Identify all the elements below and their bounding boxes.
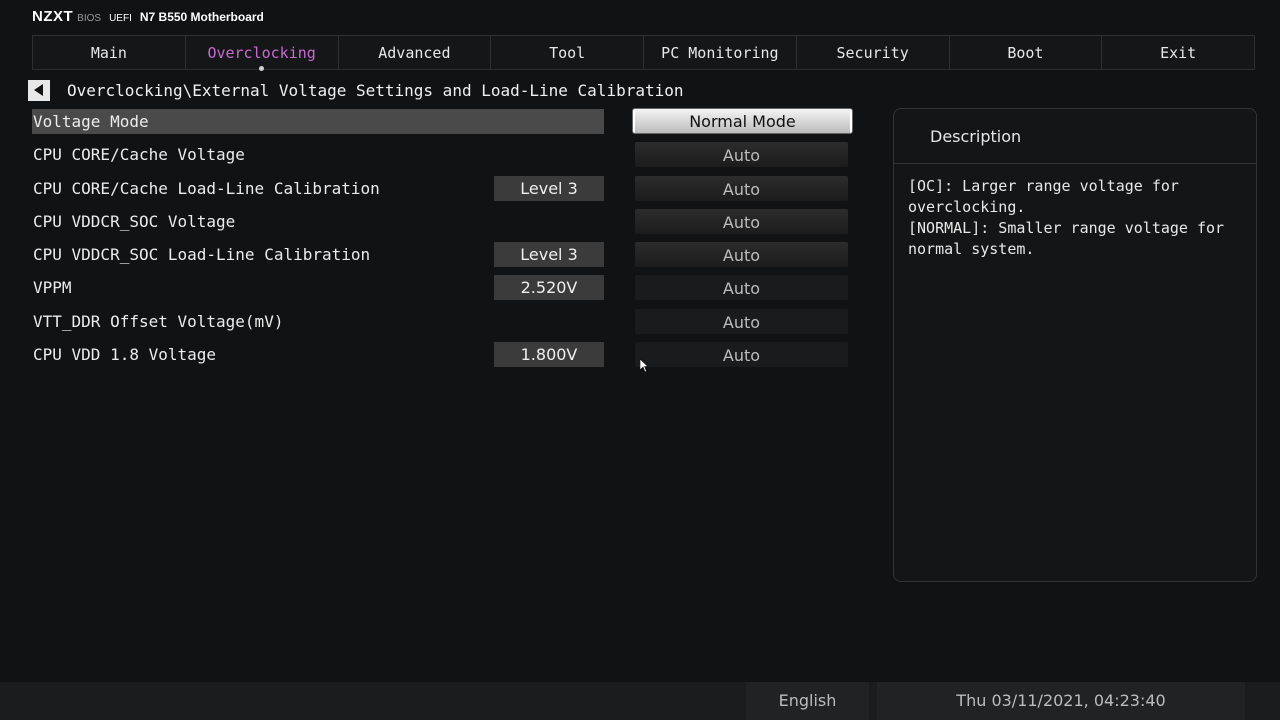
- breadcrumb-bar: Overclocking\External Voltage Settings a…: [28, 79, 684, 101]
- motherboard-model: N7 B550 Motherboard: [139, 10, 264, 24]
- setting-row[interactable]: CPU CORE/Cache Load-Line Calibration Leve…: [32, 175, 852, 209]
- tab-exit[interactable]: Exit: [1102, 36, 1254, 69]
- setting-row[interactable]: VPPM 2.520V Auto: [32, 275, 852, 308]
- description-text: [OC]: Larger range voltage for overclock…: [908, 177, 1225, 258]
- back-button[interactable]: [28, 79, 50, 101]
- uefi-label: UEFI: [109, 13, 132, 24]
- current-value-readout: 1.800V: [494, 342, 604, 368]
- setting-label: CPU VDD 1.8 Voltage: [33, 345, 217, 365]
- setting-label: CPU VDDCR_SOC Voltage: [33, 211, 236, 231]
- language-selector[interactable]: English: [746, 682, 869, 720]
- setting-label: VTT_DDR Offset Voltage(mV): [33, 311, 284, 331]
- tab-advanced[interactable]: Advanced: [339, 36, 492, 69]
- tab-boot[interactable]: Boot: [950, 36, 1103, 69]
- settings-list: Voltage Mode Normal Mode CPU CORE/Cache Vo…: [32, 109, 852, 375]
- bios-label: BIOS: [77, 13, 102, 24]
- setting-label: CPU CORE/Cache Voltage: [33, 145, 245, 165]
- setting-row[interactable]: CPU VDDCR_SOC Voltage Auto: [32, 208, 852, 242]
- setting-label: CPU VDDCR_SOC Load-Line Calibration: [33, 245, 371, 265]
- setting-row[interactable]: CPU VDDCR_SOC Load-Line Calibration Level…: [32, 242, 852, 275]
- tab-security[interactable]: Security: [797, 36, 950, 69]
- setting-value-button[interactable]: Auto: [635, 208, 848, 234]
- breadcrumb: Overclocking\External Voltage Settings a…: [67, 80, 684, 100]
- status-bar: English Thu 03/11/2021, 04:23:40: [0, 682, 1280, 720]
- setting-value-button[interactable]: Auto: [635, 342, 848, 368]
- setting-row[interactable]: CPU VDD 1.8 Voltage 1.800V Auto: [32, 342, 852, 375]
- main-tab-bar: Main Overclocking Advanced Tool PC Monitorin…: [32, 35, 1255, 71]
- setting-row[interactable]: Voltage Mode Normal Mode: [32, 109, 852, 142]
- setting-row[interactable]: VTT_DDR Offset Voltage(mV) Auto: [32, 308, 852, 342]
- setting-label: CPU CORE/Cache Load-Line Calibration: [33, 178, 380, 198]
- setting-value-button[interactable]: Auto: [635, 242, 848, 268]
- mouse-pointer-icon: [640, 359, 648, 372]
- tab-pc-monitoring[interactable]: PC Monitoring: [644, 36, 797, 69]
- setting-label: Voltage Mode: [33, 112, 149, 131]
- setting-value-button[interactable]: Normal Mode: [633, 109, 852, 133]
- setting-value-button[interactable]: Auto: [635, 142, 848, 168]
- setting-value-button[interactable]: Auto: [635, 175, 848, 201]
- tab-tool[interactable]: Tool: [491, 36, 644, 69]
- current-value-readout: 2.520V: [494, 275, 604, 301]
- date-time-display: Thu 03/11/2021, 04:23:40: [877, 682, 1245, 720]
- description-title: Description: [894, 109, 1256, 164]
- setting-value-button[interactable]: Auto: [635, 308, 848, 334]
- current-value-readout: Level 3: [494, 175, 604, 201]
- brand-header: NZXT BIOS UEFI N7 B550 Motherboard: [32, 8, 264, 28]
- current-value-readout: Level 3: [494, 242, 604, 268]
- setting-row[interactable]: CPU CORE/Cache Voltage Auto: [32, 142, 852, 175]
- description-panel: Description [OC]: Larger range voltage f…: [893, 108, 1257, 582]
- brand-logo: NZXT: [32, 8, 74, 25]
- setting-value-button[interactable]: Auto: [635, 275, 848, 301]
- tab-main[interactable]: Main: [33, 36, 186, 69]
- setting-label: VPPM: [33, 278, 72, 298]
- tab-overclocking[interactable]: Overclocking: [186, 36, 339, 71]
- back-arrow-icon: [34, 84, 43, 96]
